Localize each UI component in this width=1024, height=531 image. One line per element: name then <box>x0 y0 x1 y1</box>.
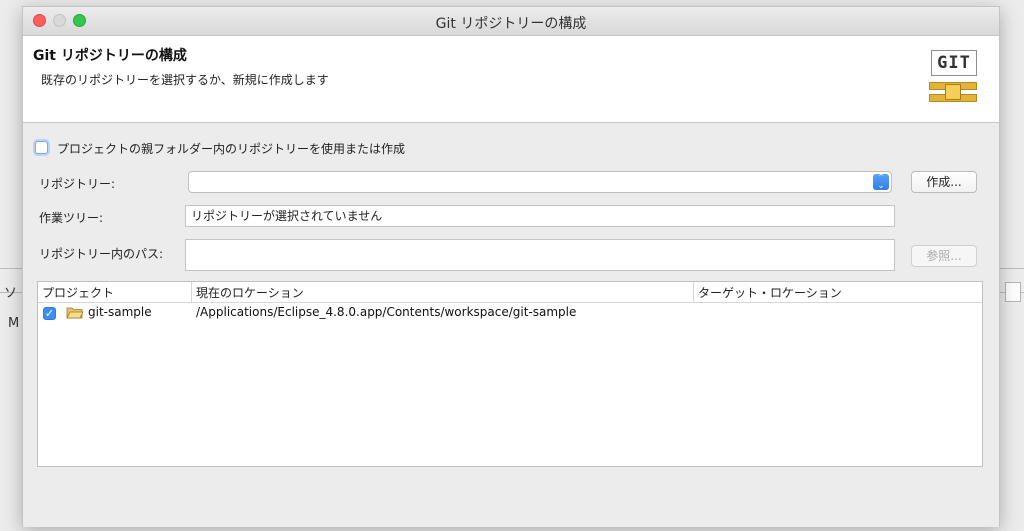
dialog-header: Git リポジトリーの構成 既存のリポジトリーを選択するか、新規に作成します G… <box>23 36 999 123</box>
column-header-project[interactable]: プロジェクト <box>42 284 114 301</box>
path-in-repo-field[interactable] <box>185 239 895 271</box>
background-text: M <box>8 316 20 331</box>
git-logo-cube <box>945 84 961 100</box>
dialog-description: 既存のリポジトリーを選択するか、新規に作成します <box>41 73 329 87</box>
repository-label: リポジトリー: <box>39 177 116 191</box>
git-logo-icon: GIT <box>927 50 979 104</box>
current-location: /Applications/Eclipse_4.8.0.app/Contents… <box>196 305 577 319</box>
path-in-repo-label: リポジトリー内のパス: <box>39 247 164 261</box>
column-separator <box>693 282 694 302</box>
table-header: プロジェクト 現在のロケーション ターゲット・ロケーション <box>38 282 982 303</box>
window-title: Git リポジトリーの構成 <box>435 16 587 32</box>
column-header-current-location[interactable]: 現在のロケーション <box>196 284 304 301</box>
work-tree-field: リポジトリーが選択されていません <box>185 205 895 227</box>
use-parent-folder-checkbox[interactable] <box>35 141 48 154</box>
browse-button[interactable]: 参照... <box>911 245 977 267</box>
project-name: git-sample <box>88 305 152 319</box>
column-header-target-location[interactable]: ターゲット・ロケーション <box>698 284 842 301</box>
title-bar[interactable]: Git リポジトリーの構成 <box>23 7 999 36</box>
dialog-title: Git リポジトリーの構成 <box>33 48 187 64</box>
work-tree-label: 作業ツリー: <box>39 211 104 225</box>
column-separator <box>191 282 192 302</box>
dialog-body: プロジェクトの親フォルダー内のリポジトリーを使用または作成 リポジトリー: ⌃ ⌄… <box>23 123 999 527</box>
background-text: ソ <box>4 286 18 301</box>
repository-combo[interactable]: ⌃ ⌄ <box>188 171 892 193</box>
combo-arrows-icon[interactable]: ⌃ ⌄ <box>873 174 889 191</box>
dialog-window: Git リポジトリーの構成 Git リポジトリーの構成 既存のリポジトリーを選択… <box>22 6 1000 527</box>
create-repository-button[interactable]: 作成... <box>911 171 977 193</box>
table-row[interactable]: ✓ git-sample /Applications/Eclipse_4.8.0… <box>38 303 982 323</box>
folder-icon <box>66 307 84 319</box>
use-parent-folder-label[interactable]: プロジェクトの親フォルダー内のリポジトリーを使用または作成 <box>57 140 405 157</box>
git-logo-text: GIT <box>931 50 977 76</box>
project-checkbox[interactable]: ✓ <box>43 307 56 320</box>
background-cell <box>1005 282 1021 302</box>
projects-table: プロジェクト 現在のロケーション ターゲット・ロケーション ✓ git-samp… <box>37 281 983 467</box>
